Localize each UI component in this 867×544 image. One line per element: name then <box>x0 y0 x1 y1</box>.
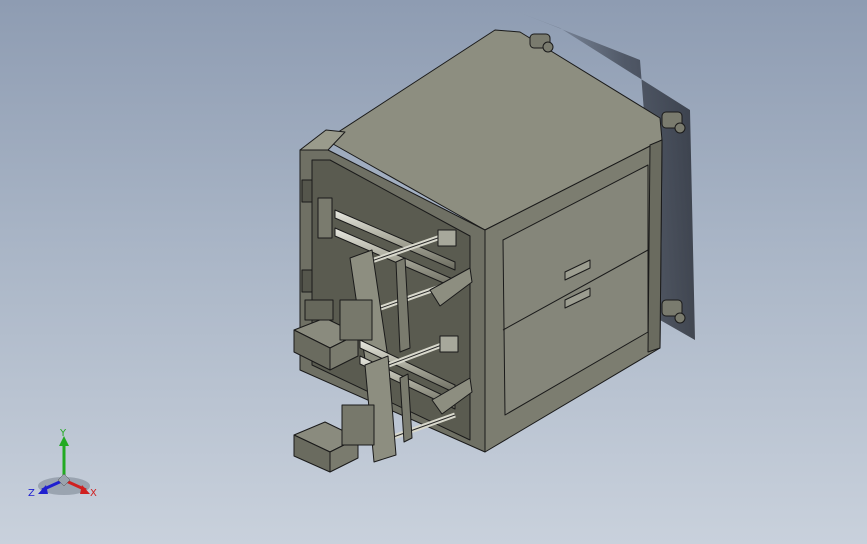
motor-flange-upper <box>339 299 373 341</box>
motor-flange-lower <box>341 404 375 446</box>
rod-end-cap-lower <box>439 335 459 353</box>
cabinet-model[interactable] <box>293 29 686 473</box>
cabinet-right-edge <box>647 139 663 353</box>
rod-end-cap-upper <box>437 229 457 247</box>
axis-triad: Y Z X <box>28 428 97 499</box>
y-axis-label: Y <box>59 428 67 439</box>
cad-3d-viewport[interactable] <box>0 0 867 544</box>
z-axis-label: Z <box>28 488 35 499</box>
bracket-left-3 <box>317 197 333 239</box>
x-axis-label: X <box>90 488 97 499</box>
motor-bracket-upper <box>304 299 334 321</box>
bracket-left-2 <box>301 269 313 293</box>
bracket-left-1 <box>301 179 313 203</box>
